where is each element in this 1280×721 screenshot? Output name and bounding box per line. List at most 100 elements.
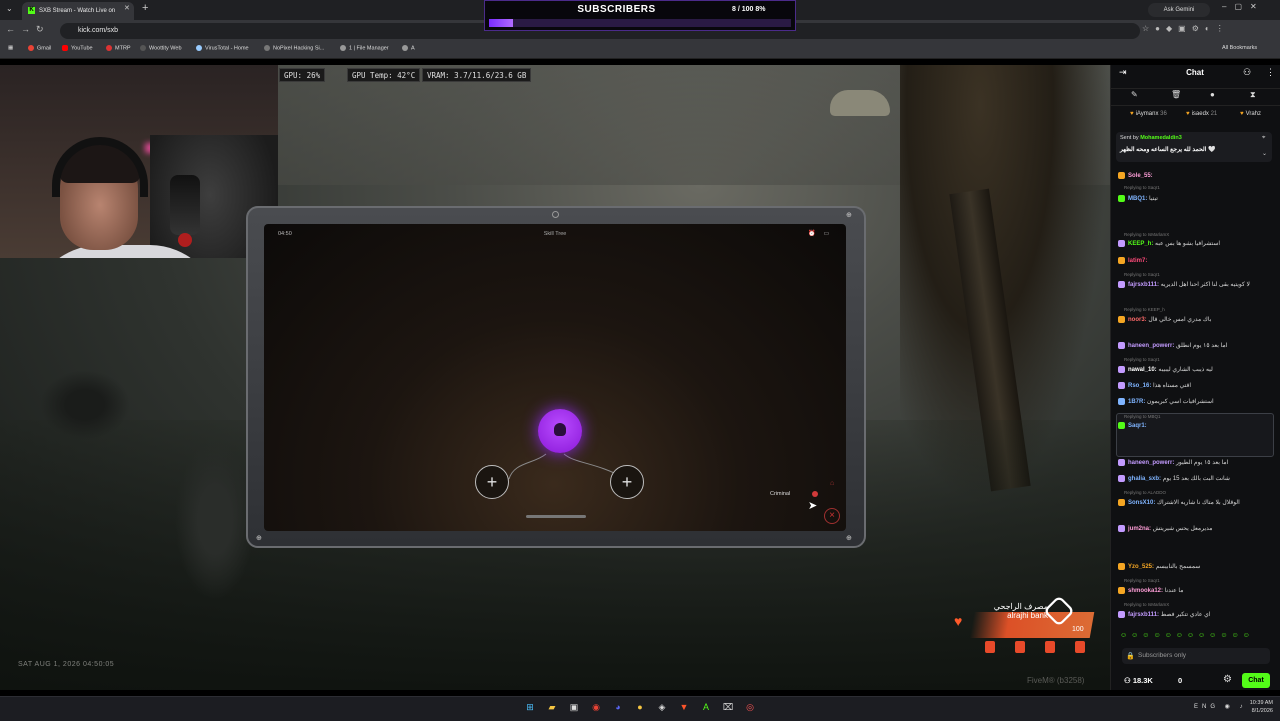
subscriber-count: 8 / 100 xyxy=(732,6,754,13)
apps-icon[interactable]: ▦ xyxy=(8,45,13,51)
chat-message[interactable]: noor3: باك مدري امس خالي قال xyxy=(1118,316,1274,323)
bookmark-mtrp[interactable]: MTRP xyxy=(106,45,131,51)
bookmark-woottity[interactable]: Woottity Web xyxy=(140,45,182,51)
steam-icon[interactable]: ◈ xyxy=(655,700,669,714)
bookmark-label: VirusTotal - Home xyxy=(205,45,249,52)
browser-tab[interactable]: K SXB Stream - Watch Live on xyxy=(22,2,134,20)
chat-username[interactable]: haneen_powerr: xyxy=(1128,460,1174,466)
chat-username[interactable]: MBQ1: xyxy=(1128,196,1147,202)
chat-message[interactable]: fajrsxb111: اي عادي تتكير فصط xyxy=(1118,611,1274,618)
chat-username[interactable]: SonsX10: xyxy=(1128,500,1155,506)
mouse-cursor-icon: ➤ xyxy=(808,500,818,512)
gear-icon[interactable]: ⚙ xyxy=(1223,674,1232,685)
pin-icon[interactable]: ⌖ xyxy=(1262,135,1265,142)
skill-node-add-right[interactable]: + xyxy=(610,465,644,499)
close-circle-icon[interactable]: × xyxy=(824,508,840,524)
pinned-user: Mohamedaldin3 xyxy=(1140,135,1182,141)
chat-message[interactable]: Rso_16: اقتي مستاه هذا xyxy=(1118,382,1274,389)
fivem-watermark: FiveM® (b3258) xyxy=(1027,676,1085,685)
chat-message[interactable]: 1B7R: استشرافيات اسي كبريمون xyxy=(1118,398,1274,405)
gifter-item[interactable]: ♥ iAymanx 36 xyxy=(1130,111,1167,117)
chat-bubble-icon[interactable]: ● xyxy=(1210,90,1215,99)
gifter-item[interactable]: ♥ isaedx 21 xyxy=(1186,111,1217,117)
app-icon[interactable]: A xyxy=(699,700,713,714)
chat-username[interactable]: KEEP_h: xyxy=(1128,241,1153,247)
gifter-item[interactable]: ♥ Vrahz xyxy=(1240,111,1261,117)
trash-icon[interactable]: 🗑 xyxy=(1171,90,1181,99)
chat-username[interactable]: Sole_55: xyxy=(1128,173,1153,179)
collapse-chat-icon[interactable]: ⇥ xyxy=(1119,67,1127,78)
all-bookmarks[interactable]: All Bookmarks xyxy=(1222,45,1257,51)
chat-username[interactable]: ghalia_sxb: xyxy=(1128,476,1161,482)
send-chat-button[interactable]: Chat xyxy=(1242,673,1270,688)
chat-message[interactable]: KEEP_h: استشرافيا بشو ها بس عبه xyxy=(1118,240,1274,247)
chat-message[interactable]: fajrsxb111: لا كويتيه بقى لنا اكثر احنا … xyxy=(1118,281,1274,288)
brave-icon[interactable]: ▼ xyxy=(677,700,691,714)
chat-username[interactable]: noor3: xyxy=(1128,317,1147,323)
chat-message[interactable]: jum2na: مديرمعل يحس شيريتش xyxy=(1118,525,1274,532)
chat-username[interactable]: haneen_powerr: xyxy=(1128,343,1174,349)
extension-icons[interactable]: ☆●◆▣⚙◐⋮ xyxy=(1142,24,1230,33)
chat-message[interactable]: haneen_powerr: اما بعد ١٥ يوم انطلق xyxy=(1118,342,1274,349)
system-tray[interactable]: ENG ◉ ♪ xyxy=(1194,703,1247,710)
bookmark-nopixel[interactable]: NoPixel Hacking Si... xyxy=(264,45,324,51)
chat-message[interactable]: Yzo_525: سمسمح بالنابيسم xyxy=(1118,563,1274,570)
app-icon[interactable]: ● xyxy=(633,700,647,714)
app-icon[interactable]: ◎ xyxy=(743,700,757,714)
bookmark-youtube[interactable]: YouTube xyxy=(62,45,93,51)
chat-message[interactable]: MBQ1: تيتيا xyxy=(1118,195,1274,202)
chat-message[interactable]: SonsX10: الوقلال بلا متاك نا شاريه الاشت… xyxy=(1118,499,1274,506)
taskbar-clock[interactable]: 10:39 AM 8/1/2026 xyxy=(1241,699,1273,715)
chat-users-icon[interactable]: ⚇ xyxy=(1243,67,1251,78)
chrome-icon[interactable]: ◉ xyxy=(589,700,603,714)
window-controls[interactable]: –▢✕ xyxy=(1222,2,1265,11)
chat-username[interactable]: shmooka12: xyxy=(1128,588,1163,594)
chat-username[interactable]: nawal_10: xyxy=(1128,367,1157,373)
url-text: kick.com/sxb xyxy=(78,27,119,34)
chat-message[interactable]: latim7: xyxy=(1118,257,1274,264)
chat-username[interactable]: Saqr1: xyxy=(1128,423,1147,429)
chat-message[interactable]: ghalia_sxb: شانت البت بالك بعد 15 يوم xyxy=(1118,475,1274,482)
bookmark-virustotal[interactable]: VirusTotal - Home xyxy=(196,45,249,51)
app-icon[interactable]: ⌧ xyxy=(721,700,735,714)
chat-username[interactable]: fajrsxb111: xyxy=(1128,612,1159,618)
gifter-count: 36 xyxy=(1160,111,1167,117)
skill-node-add-left[interactable]: + xyxy=(475,465,509,499)
tab-close-icon[interactable]: ✕ xyxy=(124,4,130,12)
bookmark-filemanager[interactable]: 1 | File Manager xyxy=(340,45,389,51)
windows-start-icon[interactable]: ⊞ xyxy=(523,700,537,714)
discord-icon[interactable]: ◕ xyxy=(611,700,625,714)
reply-prefix: Replying to xyxy=(1124,185,1147,190)
app-icon[interactable]: ▣ xyxy=(567,700,581,714)
chat-message[interactable]: haneen_powerr: اما بعد ١٥ يوم الطيور xyxy=(1118,459,1274,466)
chat-username[interactable]: jum2na: xyxy=(1128,526,1151,532)
chat-message[interactable]: Sole_55: xyxy=(1118,172,1274,179)
bookmark-label: Woottity Web xyxy=(149,45,182,52)
nav-buttons[interactable]: ←→↻ xyxy=(6,24,50,35)
chat-username[interactable]: 1B7R: xyxy=(1128,399,1145,405)
chat-username[interactable]: fajrsxb111: xyxy=(1128,282,1159,288)
bookmark-a[interactable]: A xyxy=(402,45,415,51)
skill-node-main[interactable] xyxy=(538,409,582,453)
chat-username[interactable]: latim7: xyxy=(1128,258,1147,264)
chat-username[interactable]: Yzo_525: xyxy=(1128,564,1154,570)
more-options-icon[interactable]: ⋮ xyxy=(1266,67,1275,78)
chat-message[interactable]: nawal_10: ليه ذيبب الشاري ليبيبه xyxy=(1118,366,1274,373)
file-explorer-icon[interactable]: ▰ xyxy=(545,700,559,714)
chat-input[interactable]: Subscribers only xyxy=(1122,648,1270,664)
chat-text: لا كويتيه بقى لنا اكثر احنا اهل الديريه xyxy=(1160,282,1250,289)
chat-username[interactable]: Rso_16: xyxy=(1128,383,1151,389)
subscriber-goal-track xyxy=(489,19,791,27)
bookmark-gmail[interactable]: Gmail xyxy=(28,45,51,51)
pin-icon[interactable]: ✎ xyxy=(1131,90,1138,99)
tablet-home-bar[interactable] xyxy=(526,515,586,518)
tab-search-icon[interactable]: ⌄ xyxy=(6,4,13,13)
chat-message[interactable]: Saqr1: xyxy=(1118,422,1274,429)
timer-icon[interactable]: ⧗ xyxy=(1250,90,1256,100)
chevron-down-icon[interactable]: ⌄ xyxy=(1262,150,1267,157)
emote-bar[interactable]: ☺☺☺☺☺☺☺☺☺☺☺☺ xyxy=(1120,632,1270,642)
chat-message[interactable]: shmooka12: ما عندنا xyxy=(1118,587,1274,594)
bank-name-ar: مصرف الراجحي xyxy=(993,602,1048,611)
ask-gemini-button[interactable]: Ask Gemini xyxy=(1148,3,1210,17)
new-tab-icon[interactable]: + xyxy=(142,2,148,14)
